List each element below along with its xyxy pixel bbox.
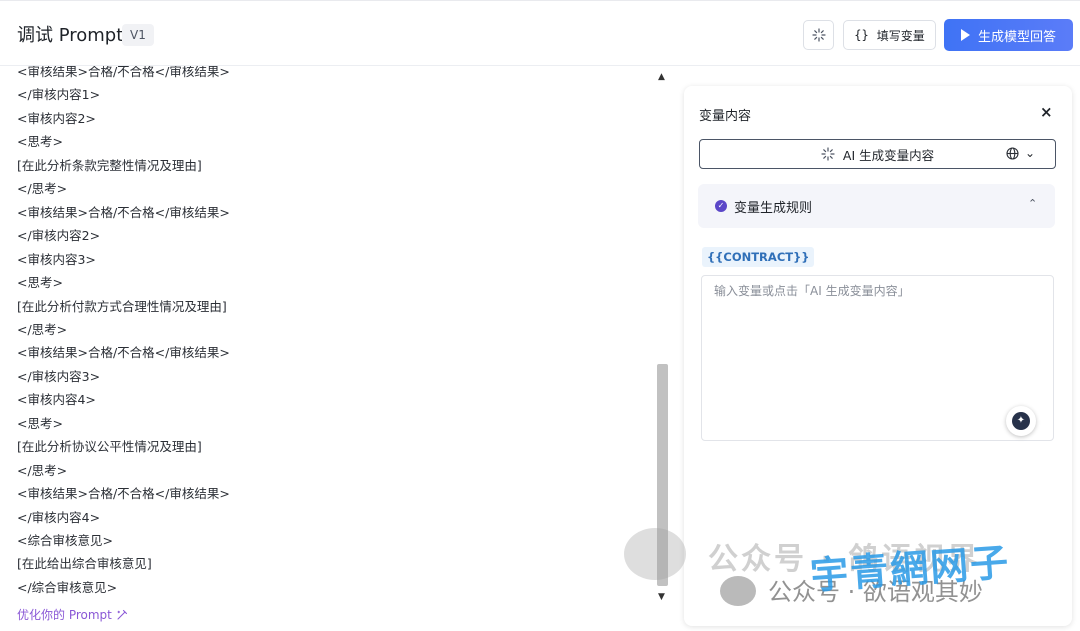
version-badge[interactable]: V1	[122, 24, 154, 46]
variable-value-placeholder: 输入变量或点击「AI 生成变量内容」	[714, 284, 910, 298]
variable-panel-title: 变量内容	[699, 109, 752, 124]
editor-scrollbar[interactable]: ▲ ▼	[655, 72, 669, 602]
prompt-line: <审核结果>合格/不合格</审核结果>	[17, 486, 230, 502]
chevron-up-icon[interactable]: ⌃	[1028, 197, 1037, 210]
generate-answer-label: 生成模型回答	[977, 29, 1056, 45]
check-circle-icon: ✓	[715, 200, 727, 212]
prompt-line: </审核内容2>	[17, 228, 101, 244]
scroll-down-icon[interactable]: ▼	[658, 592, 665, 602]
top-header: 调试 Prompt V1 {} 填写变量 生成模型回答	[0, 0, 1080, 66]
language-dropdown[interactable]: ⌄	[1006, 146, 1035, 160]
variable-rules-label: 变量生成规则	[734, 201, 813, 216]
fill-variables-button[interactable]: {} 填写变量	[843, 20, 936, 50]
variable-value-input[interactable]: 输入变量或点击「AI 生成变量内容」 ✦	[701, 275, 1054, 441]
prompt-line: </思考>	[17, 462, 68, 478]
globe-icon	[1006, 146, 1019, 160]
prompt-line: </审核内容4>	[17, 509, 101, 525]
scroll-thumb[interactable]	[657, 364, 668, 586]
prompt-editor[interactable]: <审核结果>合格/不合格</审核结果> </审核内容1> <审核内容2> <思考> [在…	[0, 66, 670, 601]
prompt-line: <审核内容2>	[17, 110, 96, 126]
variable-panel: 变量内容 × AI 生成变量内容 ⌄ ✓ 变量生成规则 ⌃ {{CONTRACT…	[684, 86, 1072, 626]
play-icon	[960, 29, 970, 41]
prompt-line: [在此分析条款完整性情况及理由]	[17, 157, 202, 173]
prompt-line: </审核内容3>	[17, 368, 101, 384]
prompt-line: <综合审核意见>	[17, 533, 113, 548]
page-title: 调试 Prompt	[17, 25, 124, 46]
sparkle-icon	[821, 147, 835, 161]
prompt-line: </思考>	[17, 181, 68, 197]
prompt-line: <思考>	[17, 415, 63, 431]
fill-variables-label: 填写变量	[876, 28, 925, 43]
sparkle-icon	[811, 28, 826, 42]
prompt-line: <审核内容4>	[17, 392, 96, 408]
prompt-line: [在此分析协议公平性情况及理由]	[17, 439, 202, 455]
prompt-line: </综合审核意见>	[17, 579, 118, 595]
ai-assistant-button[interactable]: ✦	[1006, 406, 1036, 436]
braces-icon: {}	[854, 28, 869, 42]
ai-assistant-icon: ✦	[1012, 412, 1030, 430]
prompt-line: <审核结果>合格/不合格</审核结果>	[17, 66, 230, 79]
prompt-line: <审核内容3>	[17, 251, 96, 267]
scroll-up-icon[interactable]: ▲	[658, 72, 665, 82]
optimize-prompt-label: 优化你的 Prompt	[17, 608, 112, 622]
prompt-line: <思考>	[17, 275, 63, 291]
generate-answer-button[interactable]: 生成模型回答	[944, 19, 1073, 51]
prompt-line: </思考>	[17, 321, 68, 337]
variable-name-tag: {{CONTRACT}}	[702, 247, 815, 267]
ai-generate-variable-button[interactable]: AI 生成变量内容 ⌄	[699, 139, 1056, 169]
prompt-line: <思考>	[17, 134, 63, 150]
prompt-line: </审核内容1>	[17, 87, 101, 103]
ai-generate-variable-label: AI 生成变量内容	[842, 147, 935, 163]
prompt-line: <审核结果>合格/不合格</审核结果>	[17, 345, 230, 361]
prompt-line: <审核结果>合格/不合格</审核结果>	[17, 204, 230, 220]
prompt-line: [在此分析付款方式合理性情况及理由]	[17, 298, 227, 314]
chevron-down-icon: ⌄	[1024, 146, 1035, 160]
optimize-prompt-link[interactable]: 优化你的 Prompt	[17, 606, 128, 623]
variable-rules-collapse[interactable]: ✓ 变量生成规则 ⌃	[698, 184, 1055, 228]
close-icon[interactable]: ×	[1040, 103, 1053, 121]
prompt-line: [在此给出综合审核意见]	[17, 556, 152, 572]
magic-pen-icon	[117, 609, 127, 620]
magic-wand-button[interactable]	[803, 20, 834, 50]
